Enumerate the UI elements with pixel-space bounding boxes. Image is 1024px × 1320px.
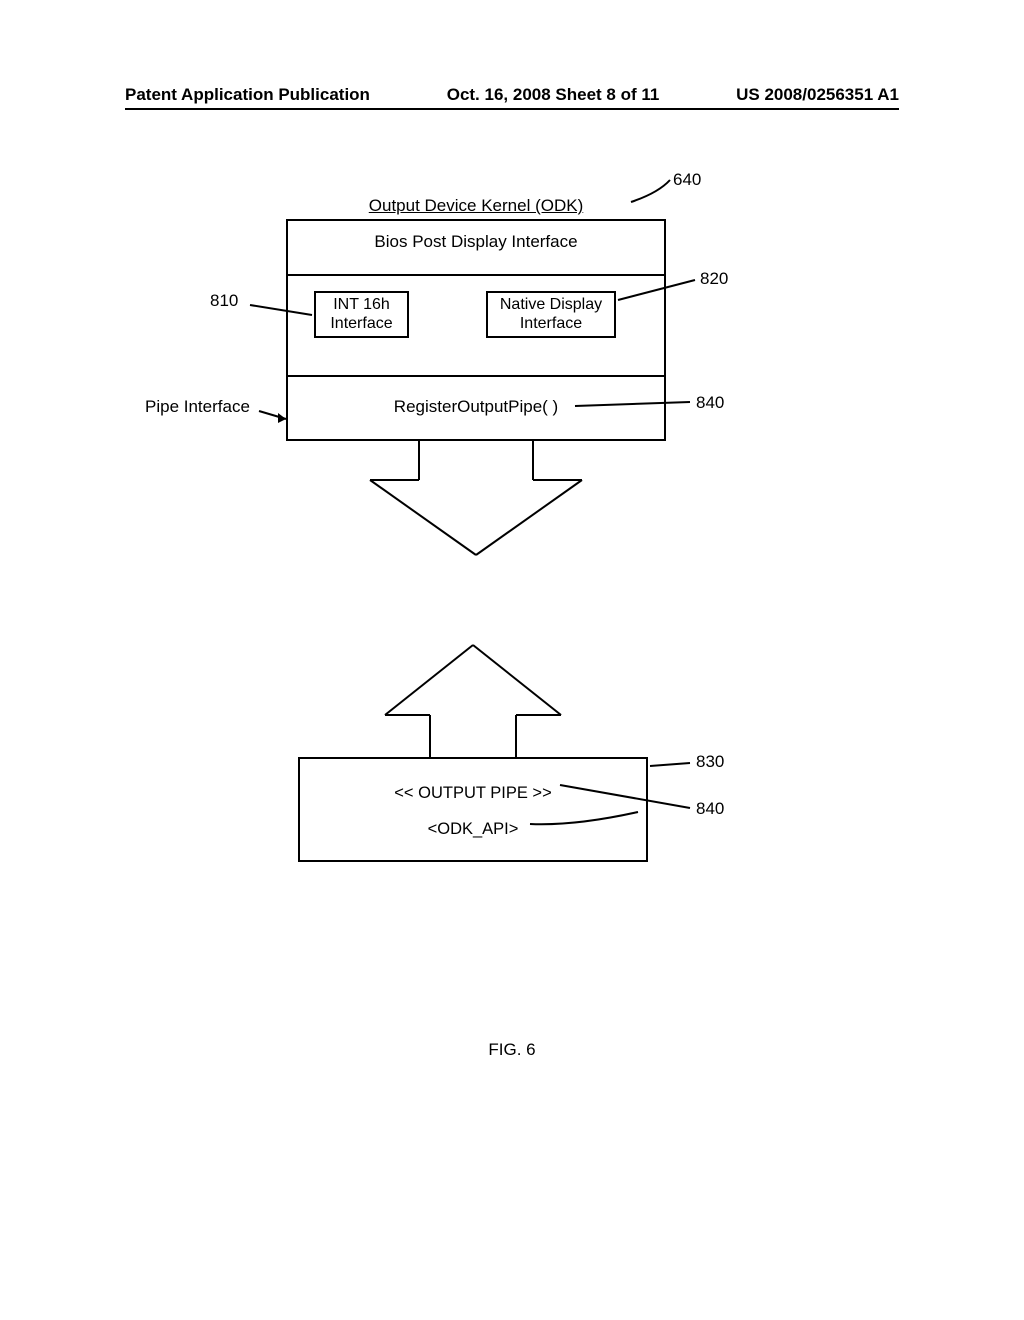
header-publication: Patent Application Publication xyxy=(125,85,370,105)
native-text: Native Display Interface xyxy=(500,296,602,332)
register-output-pipe: RegisterOutputPipe( ) xyxy=(286,397,666,417)
page-header: Patent Application Publication Oct. 16, … xyxy=(0,85,1024,105)
label-810: 810 xyxy=(210,291,238,311)
odk-divider-2 xyxy=(286,375,666,377)
output-pipe-text: << OUTPUT PIPE >> xyxy=(300,775,646,811)
odk-divider-1 xyxy=(286,274,666,276)
header-sheet: Oct. 16, 2008 Sheet 8 of 11 xyxy=(447,85,660,105)
header-rule xyxy=(125,108,899,110)
int16h-interface-box: INT 16h Interface xyxy=(314,291,409,338)
label-pipe-interface: Pipe Interface xyxy=(145,397,250,417)
figure-caption: FIG. 6 xyxy=(0,1040,1024,1060)
int16h-text: INT 16h Interface xyxy=(330,296,392,332)
native-display-interface-box: Native Display Interface xyxy=(486,291,616,338)
label-830: 830 xyxy=(696,752,724,772)
header-pubnum: US 2008/0256351 A1 xyxy=(736,85,899,105)
label-840-upper: 840 xyxy=(696,393,724,413)
label-840-lower: 840 xyxy=(696,799,724,819)
odk-api-text: <ODK_API> xyxy=(300,811,646,847)
output-pipe-box: << OUTPUT PIPE >> <ODK_API> xyxy=(298,757,648,862)
bios-post-display-interface: Bios Post Display Interface xyxy=(286,232,666,252)
odk-title: Output Device Kernel (ODK) xyxy=(286,196,666,216)
label-820: 820 xyxy=(700,269,728,289)
label-640: 640 xyxy=(673,170,701,190)
